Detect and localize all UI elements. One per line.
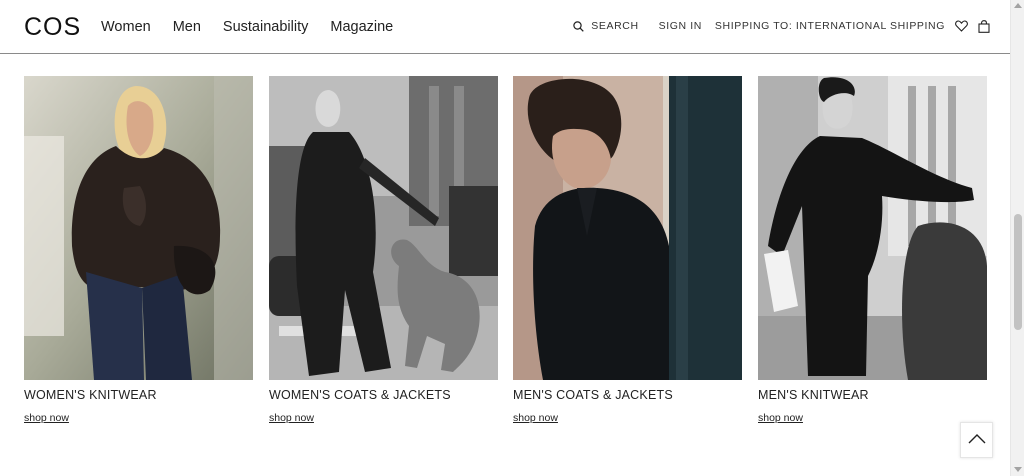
womens-coats-jackets-image[interactable] xyxy=(269,76,498,380)
womens-knitwear-image[interactable] xyxy=(24,76,253,380)
search-icon xyxy=(573,20,585,32)
nav-magazine[interactable]: Magazine xyxy=(330,18,393,36)
shop-now-link[interactable]: shop now xyxy=(269,412,314,424)
shipping-selector[interactable]: SHIPPING TO: INTERNATIONAL SHIPPING xyxy=(715,19,945,33)
heart-icon xyxy=(955,20,968,32)
bag-icon xyxy=(978,19,990,33)
scroll-up-arrow-icon[interactable] xyxy=(1014,3,1022,8)
main-nav: Women Men Sustainability Magazine xyxy=(101,18,393,36)
sign-in-link[interactable]: SIGN IN xyxy=(659,19,702,33)
category-tile-mens-knitwear: MEN'S KNITWEAR shop now xyxy=(758,76,987,426)
mens-coats-jackets-image[interactable] xyxy=(513,76,742,380)
scrollbar-thumb[interactable] xyxy=(1014,214,1022,330)
search-button[interactable]: SEARCH xyxy=(573,19,638,33)
cos-logo[interactable]: COS xyxy=(24,13,81,41)
tile-title: WOMEN'S COATS & JACKETS xyxy=(269,388,451,402)
tile-title: WOMEN'S KNITWEAR xyxy=(24,388,157,402)
chevron-up-icon xyxy=(968,431,986,449)
tile-title: MEN'S KNITWEAR xyxy=(758,388,869,402)
shop-now-link[interactable]: shop now xyxy=(513,412,558,424)
nav-women[interactable]: Women xyxy=(101,18,151,36)
utility-nav: SEARCH SIGN IN SHIPPING TO: INTERNATIONA… xyxy=(573,19,990,33)
category-tile-mens-coats-jackets: MEN'S COATS & JACKETS shop now xyxy=(513,76,742,426)
category-tile-womens-coats-jackets: WOMEN'S COATS & JACKETS shop now xyxy=(269,76,498,426)
shopping-bag-button[interactable] xyxy=(978,19,990,33)
tile-title: MEN'S COATS & JACKETS xyxy=(513,388,673,402)
scroll-down-arrow-icon[interactable] xyxy=(1014,467,1022,472)
nav-sustainability[interactable]: Sustainability xyxy=(223,18,308,36)
wishlist-button[interactable] xyxy=(955,20,968,32)
shop-now-link[interactable]: shop now xyxy=(758,412,803,424)
search-label: SEARCH xyxy=(591,20,639,32)
category-tile-womens-knitwear: WOMEN'S KNITWEAR shop now xyxy=(24,76,253,426)
mens-knitwear-image[interactable] xyxy=(758,76,987,380)
back-to-top-button[interactable] xyxy=(960,422,993,458)
nav-men[interactable]: Men xyxy=(173,18,201,36)
site-header: COS Women Men Sustainability Magazine SE… xyxy=(0,0,1010,54)
shop-now-link[interactable]: shop now xyxy=(24,412,69,424)
page-scrollbar[interactable] xyxy=(1010,0,1024,476)
